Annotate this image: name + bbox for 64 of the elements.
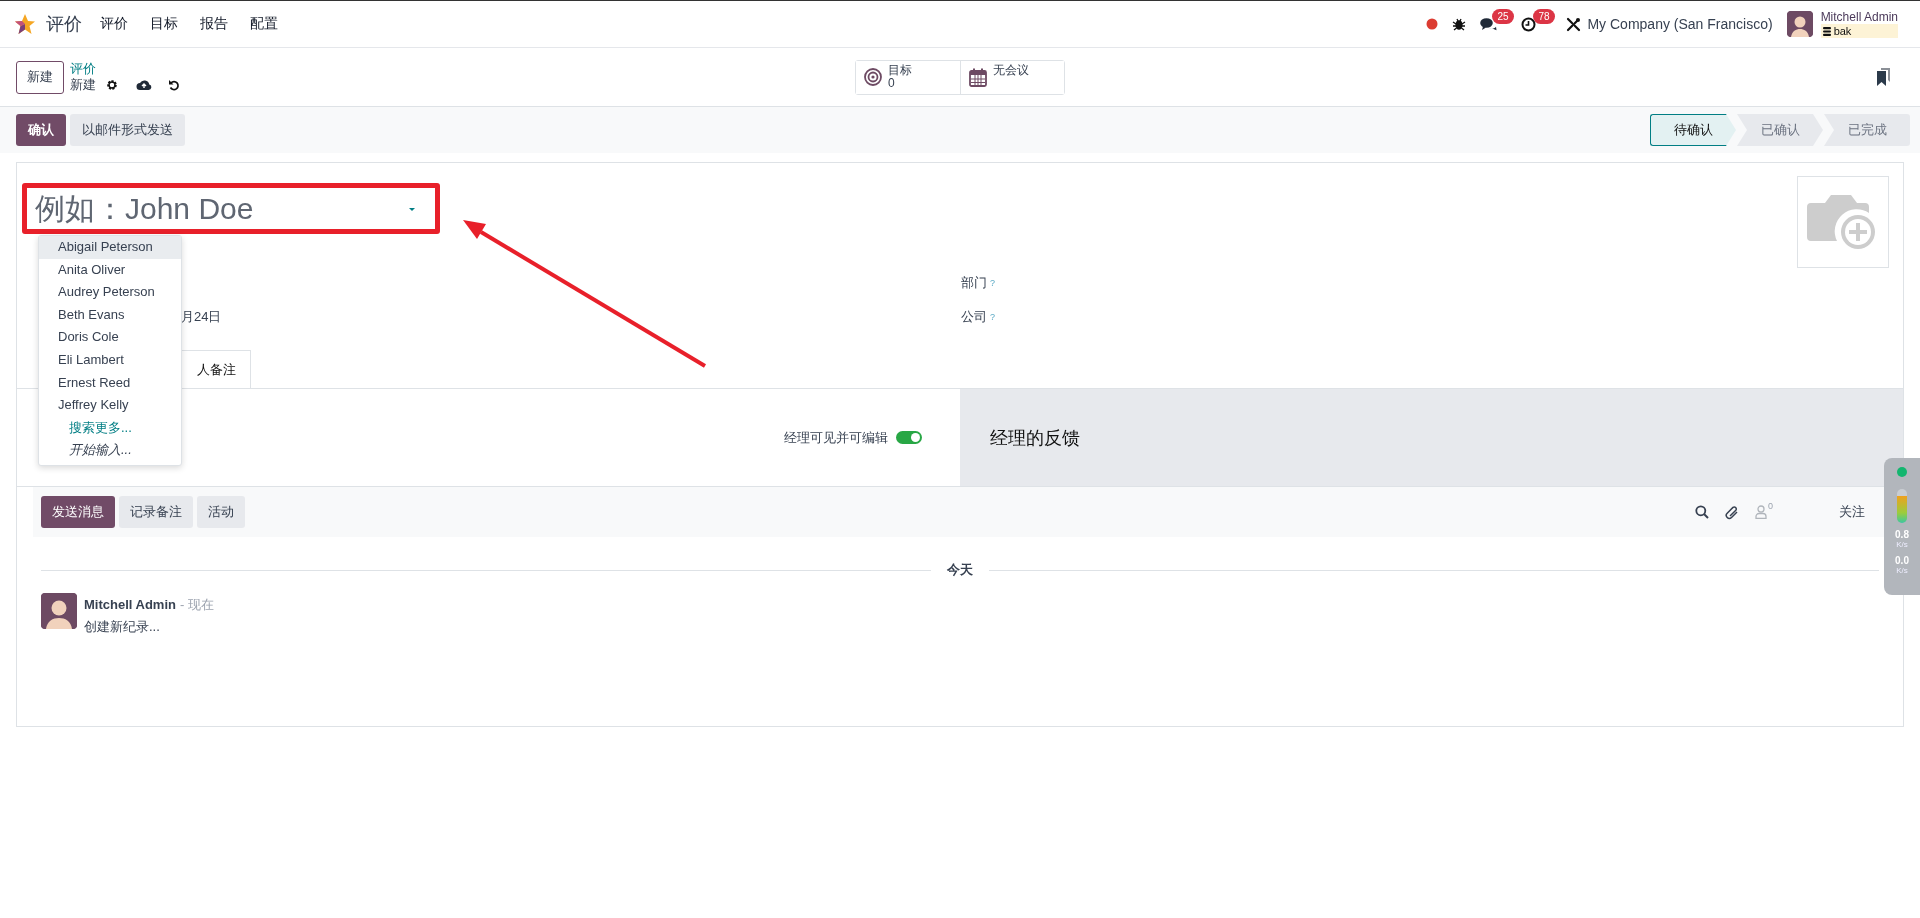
- menu-item[interactable]: 配置: [250, 15, 278, 33]
- dropdown-option[interactable]: Anita Oliver: [39, 258, 181, 282]
- dropdown-option[interactable]: Jeffrey Kelly: [39, 394, 181, 417]
- cloud-upload-icon[interactable]: [136, 79, 152, 91]
- download-speed: 0.0: [1895, 555, 1909, 566]
- chatter-button[interactable]: 记录备注: [119, 496, 193, 528]
- message-time: - 现在: [179, 597, 214, 613]
- date-separator: 今天: [946, 561, 974, 579]
- dropdown-option[interactable]: Beth Evans: [39, 303, 181, 327]
- undo-icon[interactable]: [168, 79, 180, 91]
- star-logo-icon[interactable]: [14, 13, 36, 35]
- new-button[interactable]: 新建: [16, 60, 64, 94]
- chatter-button[interactable]: 活动: [197, 496, 245, 528]
- activity-count-badge: 78: [1533, 8, 1555, 24]
- chat-icon[interactable]: [1480, 16, 1498, 32]
- clock-icon[interactable]: [1521, 16, 1537, 32]
- dropdown-option[interactable]: Audrey Peterson: [39, 281, 181, 304]
- message-body: 创建新纪录...: [84, 618, 161, 636]
- action-button[interactable]: 确认: [16, 114, 66, 146]
- status-step[interactable]: 已确认: [1737, 114, 1823, 146]
- gear-icon[interactable]: [106, 79, 118, 91]
- status-step[interactable]: 待确认: [1650, 114, 1736, 146]
- field-label: 公司: [961, 308, 987, 326]
- start-typing-hint: 开始输入...: [68, 441, 133, 460]
- action-button[interactable]: 以邮件形式发送: [70, 114, 185, 146]
- message-author[interactable]: Mitchell Admin: [84, 597, 176, 613]
- target-icon: [864, 68, 882, 86]
- user-name[interactable]: Mitchell Admin: [1820, 10, 1898, 24]
- dropdown-option[interactable]: Doris Cole: [39, 326, 181, 349]
- record-dot-icon[interactable]: [1426, 18, 1439, 30]
- status-step[interactable]: 已完成: [1824, 114, 1910, 146]
- toggle-switch[interactable]: [896, 431, 922, 444]
- bookmark-icon[interactable]: [1876, 68, 1890, 86]
- calendar-icon: [969, 67, 987, 87]
- search-icon[interactable]: [1695, 505, 1709, 519]
- field-label: 部门: [961, 274, 987, 292]
- user-avatar-icon[interactable]: [1786, 11, 1813, 37]
- company-switcher[interactable]: My Company (San Francisco): [1587, 16, 1773, 32]
- app-name[interactable]: 评价: [46, 12, 82, 36]
- author-avatar-icon[interactable]: [41, 593, 77, 629]
- search-more-link[interactable]: 搜索更多...: [39, 416, 181, 440]
- breadcrumb-link[interactable]: 评价: [70, 61, 180, 77]
- meter-icon: [1897, 489, 1907, 523]
- database-label: bak: [1820, 24, 1898, 38]
- chatter-button[interactable]: 发送消息: [41, 496, 115, 528]
- chat-count-badge: 25: [1492, 8, 1514, 24]
- menu-item[interactable]: 报告: [200, 15, 228, 33]
- toggle-label: 经理可见并可编辑: [784, 428, 888, 447]
- menu-item[interactable]: 目标: [150, 15, 178, 33]
- download-unit: K/s: [1896, 566, 1908, 575]
- database-icon: [1822, 26, 1831, 36]
- date-value: 月24日: [181, 308, 222, 326]
- menu-item[interactable]: 评价: [100, 15, 128, 33]
- record-title: 新建: [70, 77, 96, 93]
- paperclip-icon[interactable]: [1725, 504, 1739, 520]
- smart-button[interactable]: 无会议: [960, 60, 1064, 94]
- feedback-heading: 经理的反馈: [990, 426, 1080, 450]
- upload-speed: 0.8: [1895, 529, 1909, 540]
- dropdown-option[interactable]: Abigail Peterson: [39, 236, 181, 259]
- follower-count: 0: [1768, 501, 1773, 511]
- follow-button[interactable]: 关注: [1833, 502, 1871, 522]
- bug-icon[interactable]: [1452, 17, 1467, 31]
- status-dot-icon: [1897, 467, 1907, 477]
- upload-unit: K/s: [1896, 540, 1908, 549]
